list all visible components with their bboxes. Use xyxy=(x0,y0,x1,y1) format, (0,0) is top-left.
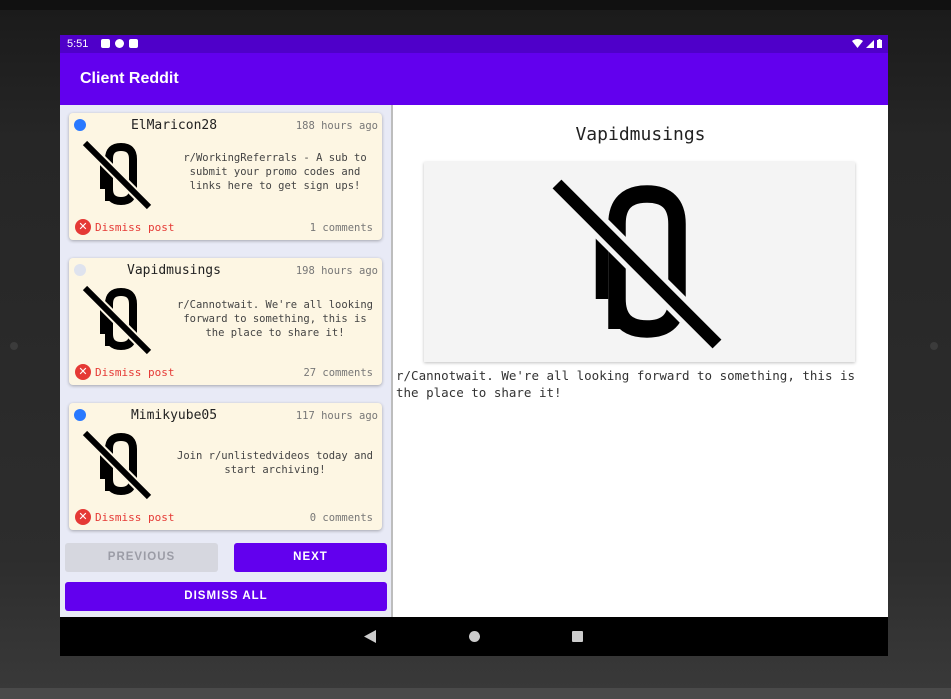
app-bar: Client Reddit xyxy=(60,53,888,105)
battery-icon xyxy=(877,39,882,48)
post-title: Join r/unlistedvideos today and start ar… xyxy=(177,450,373,476)
post-comments: 0 comments xyxy=(309,512,373,524)
notification-a-icon xyxy=(101,39,110,48)
post-list-pane: ElMaricon28 188 hours ago r/WorkingRefer… xyxy=(60,105,391,617)
detail-author: Vapidmusings xyxy=(575,124,706,145)
post-comments: 1 comments xyxy=(309,222,373,234)
signal-icon xyxy=(866,40,874,48)
device-screen: 5:51 Client Reddit ElMaricon28 188 hours… xyxy=(60,35,888,656)
no-image-icon xyxy=(81,429,153,501)
post-time: 117 hours ago xyxy=(295,410,378,422)
wifi-icon xyxy=(852,39,863,48)
post-comments: 27 comments xyxy=(303,367,373,379)
home-circle-icon[interactable] xyxy=(469,631,480,642)
post-time: 198 hours ago xyxy=(295,265,378,277)
recents-square-icon[interactable] xyxy=(572,631,583,642)
back-triangle-icon[interactable] xyxy=(364,630,376,643)
unread-indicator xyxy=(74,409,86,421)
no-image-icon xyxy=(549,176,725,352)
status-system-icons xyxy=(852,39,882,48)
close-circle-icon: ✕ xyxy=(75,364,91,380)
bezel-sensor-right xyxy=(930,342,938,350)
unread-indicator xyxy=(74,119,86,131)
post-detail-pane: Vapidmusings r/Cannotwait. We're all loo… xyxy=(393,105,888,617)
post-time: 188 hours ago xyxy=(295,120,378,132)
notification-p-icon xyxy=(115,39,124,48)
close-circle-icon: ✕ xyxy=(75,509,91,525)
status-time: 5:51 xyxy=(67,38,89,50)
post-title: r/WorkingReferrals - A sub to submit you… xyxy=(183,152,367,192)
app-title: Client Reddit xyxy=(80,70,179,87)
detail-image xyxy=(424,162,855,362)
dismiss-post-label: Dismiss post xyxy=(95,220,175,234)
status-bar: 5:51 xyxy=(60,35,888,53)
no-image-icon xyxy=(81,139,153,211)
close-circle-icon: ✕ xyxy=(75,219,91,235)
post-author: ElMaricon28 xyxy=(130,118,218,133)
bezel-bottom-edge xyxy=(0,688,951,699)
dismiss-post-label: Dismiss post xyxy=(95,365,175,379)
dismiss-post-button[interactable]: ✕ Dismiss post xyxy=(75,364,174,380)
detail-post-text: r/Cannotwait. We're all looking forward … xyxy=(396,368,856,400)
dismiss-post-button[interactable]: ✕ Dismiss post xyxy=(75,509,174,525)
dismiss-all-button[interactable]: DISMISS ALL xyxy=(65,582,387,611)
post-card[interactable]: Vapidmusings 198 hours ago r/Cannotwait.… xyxy=(69,258,382,385)
bezel-top-edge xyxy=(0,0,951,10)
post-card[interactable]: ElMaricon28 188 hours ago r/WorkingRefer… xyxy=(69,113,382,240)
bezel-sensor-left xyxy=(10,342,18,350)
dismiss-post-label: Dismiss post xyxy=(95,510,175,524)
post-card[interactable]: Mimikyube05 117 hours ago Join r/unliste… xyxy=(69,403,382,530)
system-nav-bar xyxy=(60,617,888,656)
previous-button[interactable]: PREVIOUS xyxy=(65,543,218,572)
read-indicator xyxy=(74,264,86,276)
post-title: r/Cannotwait. We're all looking forward … xyxy=(177,299,373,339)
status-notification-icons xyxy=(101,39,138,48)
no-image-icon xyxy=(81,284,153,356)
post-author: Mimikyube05 xyxy=(130,408,218,423)
sd-card-icon xyxy=(129,39,138,48)
next-button[interactable]: NEXT xyxy=(234,543,387,572)
dismiss-post-button[interactable]: ✕ Dismiss post xyxy=(75,219,174,235)
post-author: Vapidmusings xyxy=(127,263,221,278)
